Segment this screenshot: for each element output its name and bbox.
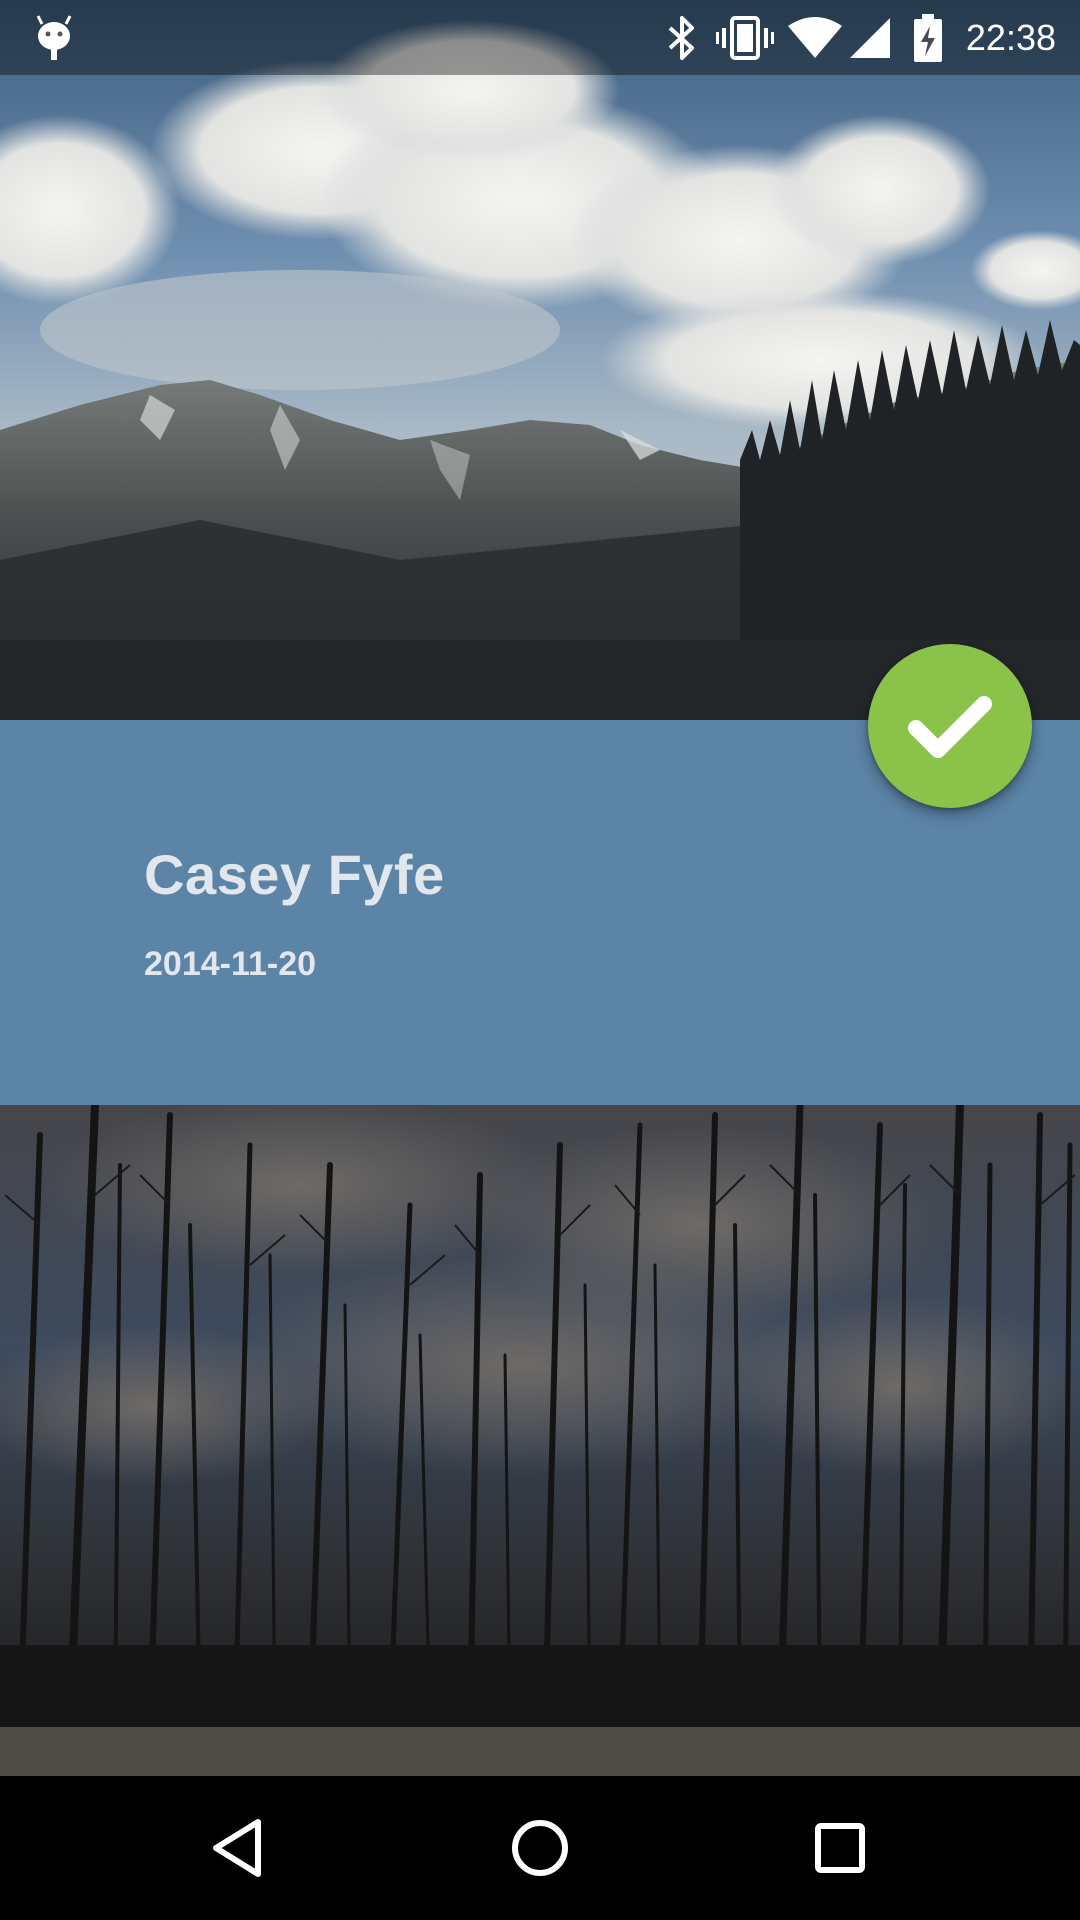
photo-dead-forest [0,1105,1080,1727]
navigation-bar [0,1776,1080,1920]
person-name: Casey Fyfe [144,843,445,906]
check-icon [908,696,992,758]
status-bar: 22:38 [0,0,1080,75]
person-date: 2014-11-20 [144,945,317,983]
header-photo-mountain [0,0,1080,720]
next-card-edge [0,1727,1080,1776]
recents-button[interactable] [790,1798,890,1898]
back-button[interactable] [190,1798,290,1898]
confirm-fab-button[interactable] [868,644,1032,808]
battery-charging-icon [912,14,944,62]
android-debug-icon [32,14,76,62]
cell-signal-icon [848,14,892,62]
back-icon [213,1819,261,1877]
recents-icon [815,1823,865,1873]
home-button[interactable] [490,1798,590,1898]
home-icon [512,1820,568,1876]
screen: 22:38 Casey Fyfe 2014-11-20 [0,0,1080,1920]
vibrate-icon [716,14,774,62]
status-time: 22:38 [965,17,1056,58]
wifi-icon [788,14,842,62]
bluetooth-icon [662,14,702,62]
